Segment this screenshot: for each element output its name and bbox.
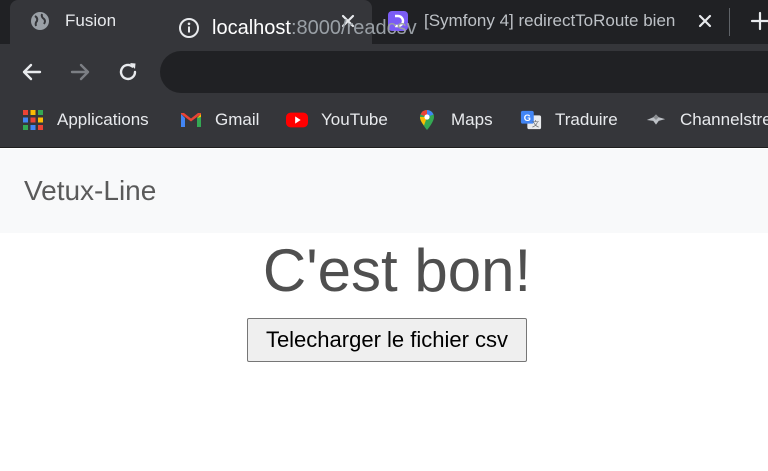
maps-pin-icon: [420, 110, 434, 130]
bookmark-label: Applications: [57, 110, 149, 129]
bookmark-label: Traduire: [555, 110, 618, 129]
reload-icon[interactable]: [116, 60, 140, 84]
browser-toolbar: [0, 44, 768, 100]
forward-arrow-icon[interactable]: [68, 60, 92, 84]
translate-icon: G 文: [520, 110, 542, 130]
bookmark-label: Channelstre: [680, 110, 768, 129]
bookmark-label: YouTube: [321, 110, 388, 129]
bookmark-channelstre[interactable]: Channelstre: [645, 109, 768, 131]
address-bar[interactable]: [160, 51, 768, 93]
url-host: localhost: [212, 17, 291, 39]
tab-separator: [729, 8, 730, 36]
back-arrow-icon[interactable]: [20, 60, 44, 84]
info-icon[interactable]: [178, 17, 200, 39]
bookmark-traduire[interactable]: G 文 Traduire: [520, 109, 618, 131]
svg-text:文: 文: [532, 119, 540, 128]
url-path: :8000/readcsv: [290, 17, 417, 39]
globe-icon: [31, 12, 49, 30]
url-text[interactable]: localhost:8000/readcsv: [212, 17, 417, 39]
bookmark-gmail[interactable]: Gmail: [180, 109, 259, 131]
apps-grid-icon: [23, 110, 43, 130]
gmail-icon: [181, 113, 201, 127]
bookmark-youtube[interactable]: YouTube: [286, 109, 388, 131]
close-icon[interactable]: [696, 12, 714, 30]
page-heading: C'est bon!: [262, 237, 532, 304]
bookmark-label: Maps: [451, 110, 493, 129]
download-csv-button[interactable]: Telecharger le fichier csv: [247, 318, 527, 362]
bookmarks-bar: Applications Gmail YouTube Maps G 文 Trad…: [0, 100, 768, 148]
bookmark-applications[interactable]: Applications: [22, 109, 149, 131]
bookmark-maps[interactable]: Maps: [416, 109, 493, 131]
navbar-brand[interactable]: Vetux-Line: [24, 175, 156, 207]
tab-symfony[interactable]: [Symfony 4] redirectToRoute bien: [374, 0, 726, 44]
channel-bird-icon: [646, 114, 666, 125]
youtube-icon: [286, 112, 308, 128]
bookmark-label: Gmail: [215, 110, 260, 129]
svg-text:G: G: [524, 113, 531, 123]
site-navbar: Vetux-Line: [0, 149, 768, 233]
plus-icon[interactable]: [748, 9, 768, 33]
tab-title: [Symfony 4] redirectToRoute bien: [424, 11, 676, 30]
